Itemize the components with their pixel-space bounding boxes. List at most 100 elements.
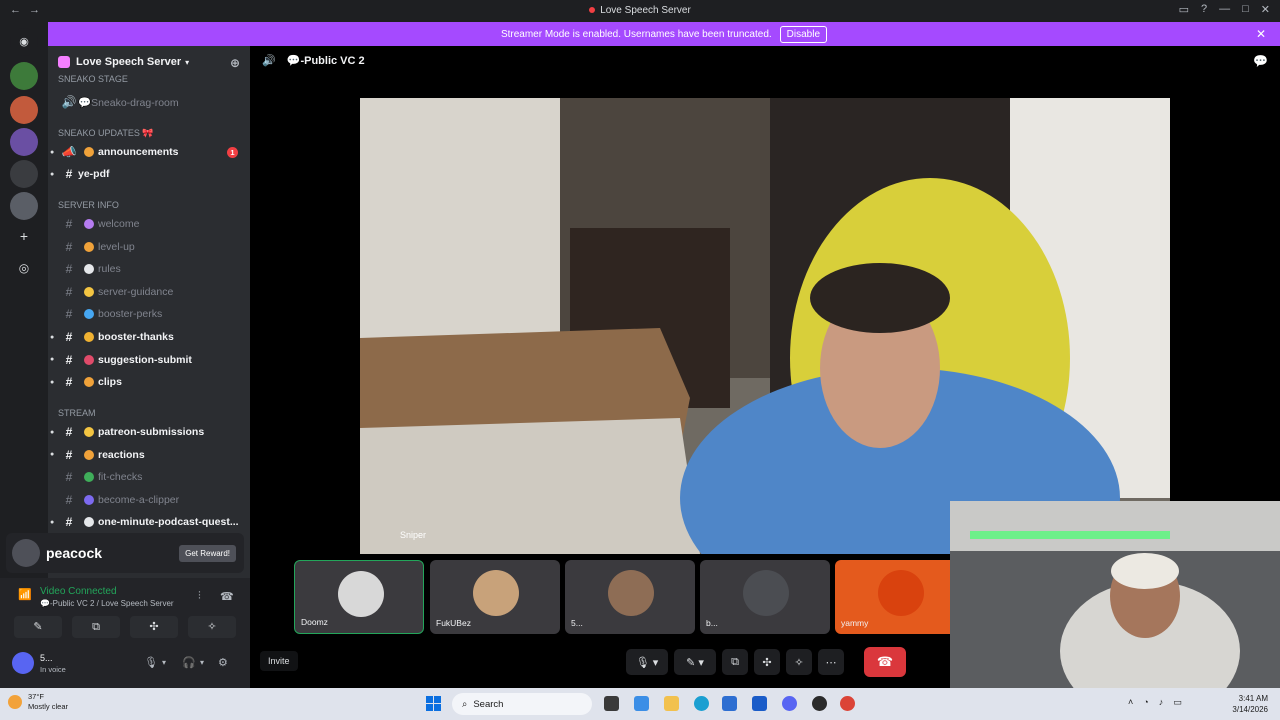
channel-label: level-up bbox=[98, 240, 135, 253]
channel-booster-thanks[interactable]: ● # booster-thanks bbox=[48, 327, 250, 347]
camera-off-button[interactable]: ✎ bbox=[14, 616, 62, 638]
add-server-icon[interactable]: + bbox=[10, 222, 38, 250]
taskbar-search[interactable]: ⌕ Search bbox=[452, 693, 592, 715]
server-icon[interactable] bbox=[10, 160, 38, 188]
edge-icon[interactable] bbox=[694, 696, 709, 711]
category-sneako-stage[interactable]: SNEAKO STAGE bbox=[58, 74, 128, 84]
discover-icon[interactable]: ◎ bbox=[10, 254, 38, 282]
minimize-button[interactable]: — bbox=[1219, 3, 1230, 16]
channel-become-a-clipper[interactable]: # become-a-clipper bbox=[48, 490, 250, 510]
task-view-icon[interactable] bbox=[604, 696, 619, 711]
signal-icon[interactable]: 📶 bbox=[18, 588, 32, 601]
participant-tile[interactable]: FukUBez bbox=[430, 560, 560, 634]
chevron-down-icon[interactable]: ▾ bbox=[200, 658, 204, 667]
share-screen-button[interactable]: ⧉ bbox=[72, 616, 120, 638]
share-screen-button[interactable]: ⧉ bbox=[722, 649, 748, 675]
noise-suppression-icon[interactable]: ⫶ bbox=[198, 590, 201, 603]
clock[interactable]: 3:41 AM 3/14/2026 bbox=[1232, 693, 1268, 715]
mute-mic-button[interactable]: 🎙 ▾ bbox=[626, 649, 668, 675]
maximize-button[interactable]: □ bbox=[1242, 3, 1249, 16]
soundboard-button[interactable]: ✧ bbox=[786, 649, 812, 675]
chrome-icon[interactable] bbox=[840, 696, 855, 711]
channel-reactions[interactable]: ● # reactions bbox=[48, 445, 250, 465]
inbox-icon[interactable]: ▭ bbox=[1179, 3, 1189, 16]
self-preview-video[interactable] bbox=[950, 501, 1280, 688]
disable-streamer-button[interactable]: Disable bbox=[779, 25, 828, 43]
headphones-icon[interactable]: 🎧 bbox=[182, 656, 196, 669]
hash-icon: # bbox=[65, 330, 73, 344]
channel-label: welcome bbox=[98, 218, 140, 230]
discord-taskbar-icon[interactable] bbox=[782, 696, 797, 711]
channel-server-guidance[interactable]: # server-guidance bbox=[48, 282, 250, 302]
soundboard-button[interactable]: ✧ bbox=[188, 616, 236, 638]
avatar[interactable] bbox=[12, 652, 34, 674]
disconnect-icon[interactable]: ☎ bbox=[220, 590, 234, 603]
chat-icon[interactable]: 💬 bbox=[1253, 54, 1268, 68]
participant-tile[interactable]: yammy bbox=[835, 560, 965, 634]
hash-icon: # bbox=[65, 470, 73, 485]
channel-emoji-icon bbox=[84, 449, 94, 460]
chevron-down-icon[interactable]: ▾ bbox=[162, 658, 166, 667]
chevron-down-icon: ▾ bbox=[185, 57, 190, 67]
channel-label: fit-checks bbox=[98, 471, 143, 484]
get-reward-button[interactable]: Get Reward! bbox=[179, 544, 236, 562]
file-explorer-icon[interactable] bbox=[664, 696, 679, 711]
server-icon[interactable] bbox=[10, 62, 38, 90]
search-icon: ⌕ bbox=[462, 698, 468, 710]
channel-fit-checks[interactable]: # fit-checks bbox=[48, 467, 250, 487]
leave-call-button[interactable]: ☎ bbox=[864, 647, 906, 677]
invite-people-icon[interactable]: ⊕ bbox=[230, 56, 240, 70]
app-icon[interactable] bbox=[812, 696, 827, 711]
channel-one-minute-podcast-quest[interactable]: ● # one-minute-podcast-quest... bbox=[48, 512, 250, 532]
promo-name: peacock bbox=[46, 545, 103, 561]
activities-button[interactable]: ✣ bbox=[130, 616, 178, 638]
unread-indicator: ● bbox=[50, 378, 55, 386]
channel-booster-perks[interactable]: # booster-perks bbox=[48, 304, 250, 324]
outlook-icon[interactable] bbox=[752, 696, 767, 711]
volume-icon[interactable]: ♪ bbox=[1159, 697, 1164, 708]
channel-rules[interactable]: # rules bbox=[48, 259, 250, 279]
channel-label: reactions bbox=[98, 448, 145, 461]
close-banner-icon[interactable]: ✕ bbox=[1256, 27, 1266, 41]
mention-badge: 1 bbox=[227, 146, 238, 158]
category-server-info[interactable]: SERVER INFO bbox=[58, 200, 119, 210]
store-icon[interactable] bbox=[722, 696, 737, 711]
username[interactable]: 5... bbox=[40, 653, 53, 663]
battery-icon[interactable]: ▭ bbox=[1173, 697, 1182, 708]
network-icon[interactable]: ◔ bbox=[1143, 697, 1148, 708]
camera-button[interactable]: ✎ ▾ bbox=[674, 649, 716, 675]
channel-clips[interactable]: ● # clips bbox=[48, 372, 250, 392]
copilot-icon[interactable] bbox=[634, 696, 649, 711]
channel-sneako-drag-room[interactable]: 🔊 💬Sneako-drag-room bbox=[48, 92, 250, 112]
channel-suggestion-submit[interactable]: ● # suggestion-submit bbox=[48, 350, 250, 370]
participant-tile[interactable]: b... bbox=[700, 560, 830, 634]
server-icon[interactable] bbox=[10, 96, 38, 124]
participant-tile[interactable]: Doomz bbox=[294, 560, 424, 634]
server-icon[interactable] bbox=[10, 192, 38, 220]
channel-welcome[interactable]: # welcome bbox=[48, 214, 250, 234]
invite-button[interactable]: Invite bbox=[260, 651, 298, 671]
participant-tile[interactable]: 5... bbox=[565, 560, 695, 634]
gear-icon[interactable]: ⚙ bbox=[218, 656, 228, 669]
category-sneako-updates[interactable]: SNEAKO UPDATES 🎀 bbox=[58, 128, 154, 139]
help-icon[interactable]: ? bbox=[1201, 3, 1207, 16]
channel-ye-pdf[interactable]: ● # ye-pdf bbox=[48, 164, 250, 184]
main-video[interactable]: Sniper bbox=[360, 98, 1170, 554]
channel-emoji-icon bbox=[84, 517, 94, 528]
server-icon[interactable] bbox=[10, 128, 38, 156]
close-window-button[interactable]: ✕ bbox=[1261, 3, 1270, 16]
more-options-button[interactable]: ⋯ bbox=[818, 649, 844, 675]
weather-widget[interactable]: 37°F Mostly clear bbox=[8, 692, 68, 712]
activities-button[interactable]: ✣ bbox=[754, 649, 780, 675]
microphone-icon[interactable]: 🎙 bbox=[144, 656, 158, 669]
promo-banner[interactable]: peacock Get Reward! bbox=[6, 533, 244, 573]
category-stream[interactable]: STREAM bbox=[58, 408, 96, 418]
chevron-up-icon[interactable]: ˄ bbox=[1128, 697, 1133, 708]
channel-level-up[interactable]: # level-up bbox=[48, 237, 250, 257]
channel-announcements[interactable]: ● 📣 announcements 1 bbox=[48, 142, 250, 162]
voice-status[interactable]: Video Connected bbox=[40, 586, 117, 597]
start-button[interactable] bbox=[426, 696, 441, 711]
channel-patreon-submissions[interactable]: ● # patreon-submissions bbox=[48, 422, 250, 442]
unread-indicator: ● bbox=[50, 518, 55, 526]
discord-home-icon[interactable]: ◉ bbox=[10, 28, 38, 56]
